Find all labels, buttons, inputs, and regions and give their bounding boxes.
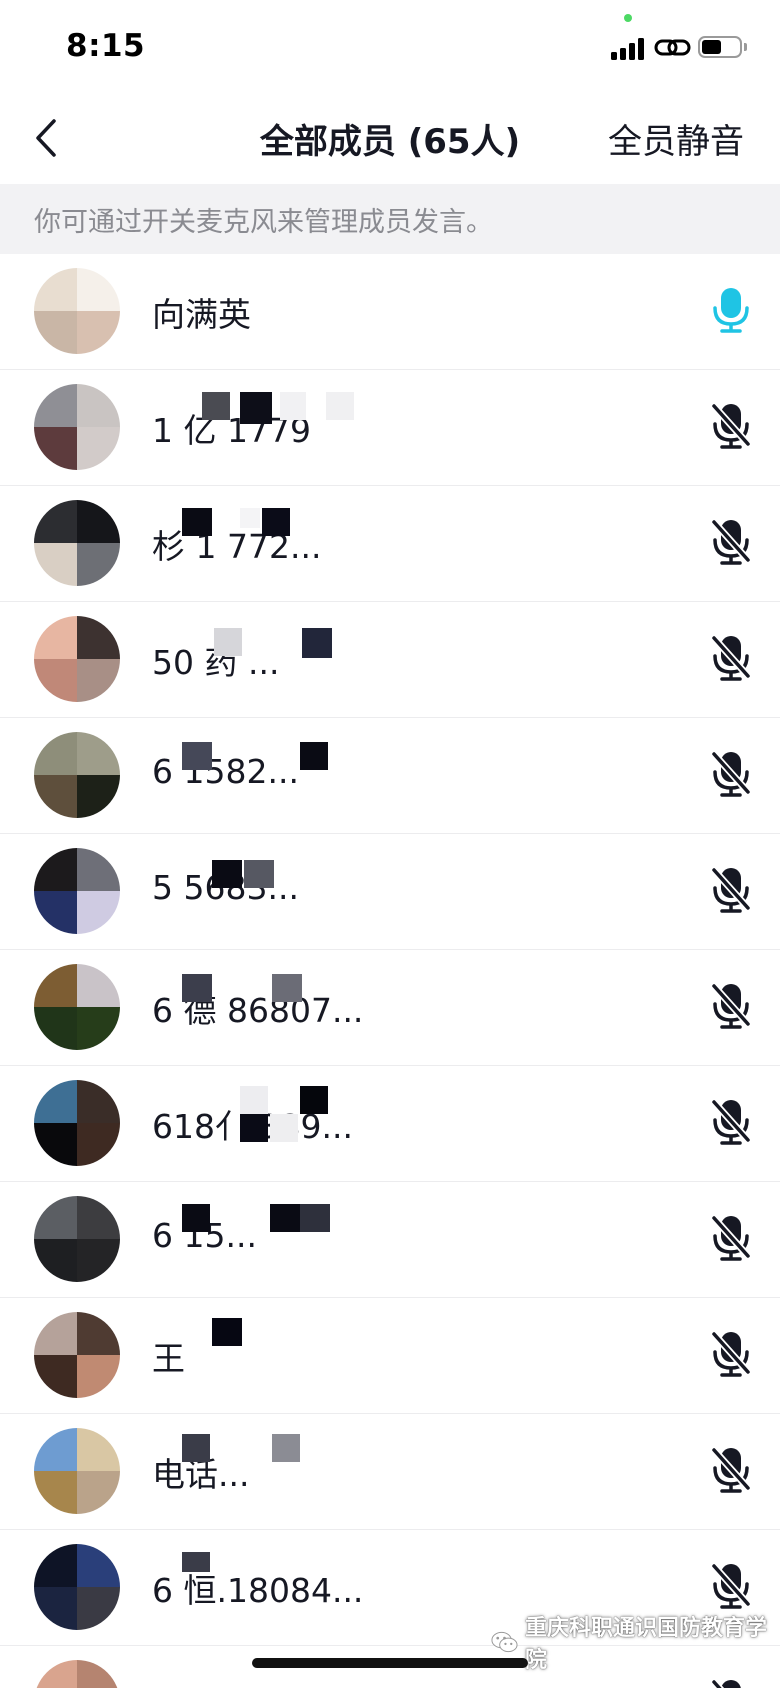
mic-muted-button[interactable]: [703, 862, 759, 918]
member-name: 王: [152, 1339, 185, 1378]
home-indicator: [252, 1658, 528, 1668]
mic-muted-button[interactable]: [703, 630, 759, 686]
member-row[interactable]: 杉 1 772...: [0, 486, 780, 602]
privacy-mosaic: [212, 1318, 242, 1346]
member-avatar[interactable]: [34, 1428, 120, 1514]
mic-muted-button[interactable]: [703, 978, 759, 1034]
mic-muted-button[interactable]: [703, 514, 759, 570]
member-avatar[interactable]: [34, 384, 120, 470]
privacy-mosaic: [240, 508, 260, 528]
status-bar: 8:15: [0, 0, 780, 92]
privacy-mosaic: [240, 1114, 268, 1142]
member-avatar[interactable]: [34, 268, 120, 354]
privacy-mosaic: [240, 392, 272, 424]
member-row[interactable]: 向满英: [0, 254, 780, 370]
privacy-mosaic: [244, 860, 274, 888]
microphone-muted-icon: [711, 634, 751, 681]
privacy-mosaic: [182, 1434, 210, 1462]
status-time: 8:15: [66, 28, 146, 64]
privacy-mosaic: [262, 508, 290, 536]
member-avatar[interactable]: [34, 848, 120, 934]
member-row[interactable]: 6 1582...: [0, 718, 780, 834]
member-name: 向满英: [152, 295, 251, 334]
privacy-mosaic: [300, 1086, 328, 1114]
member-avatar[interactable]: [34, 1196, 120, 1282]
privacy-mosaic: [300, 1204, 330, 1232]
tip-text: 你可通过开关麦克风来管理成员发言。: [34, 207, 493, 238]
member-avatar[interactable]: [34, 964, 120, 1050]
member-row[interactable]: 王: [0, 1298, 780, 1414]
mic-muted-button[interactable]: [703, 1210, 759, 1266]
mic-muted-button[interactable]: [703, 1094, 759, 1150]
privacy-indicator-dot: [624, 14, 632, 22]
microphone-muted-icon: [711, 1446, 751, 1493]
microphone-icon: [713, 288, 749, 333]
privacy-mosaic: [270, 1204, 300, 1232]
privacy-mosaic: [182, 742, 212, 770]
privacy-mosaic: [182, 508, 212, 536]
privacy-mosaic: [182, 1204, 210, 1232]
privacy-mosaic: [240, 1086, 268, 1114]
member-avatar[interactable]: [34, 500, 120, 586]
mute-all-button[interactable]: 全员静音: [608, 114, 744, 163]
microphone-muted-icon: [711, 750, 751, 797]
member-avatar[interactable]: [34, 1660, 120, 1688]
watermark: 重庆科职通识国防教育学院: [490, 1616, 780, 1673]
mic-muted-button[interactable]: [703, 398, 759, 454]
wechat-icon: [491, 1631, 518, 1653]
nav-bar: 全部成员 (65人) 全员静音: [0, 92, 780, 184]
microphone-muted-icon: [711, 866, 751, 913]
microphone-muted-icon: [711, 982, 751, 1029]
cellular-signal-icon: [611, 36, 647, 60]
mic-muted-button[interactable]: [703, 1326, 759, 1382]
privacy-mosaic: [302, 628, 332, 658]
microphone-muted-icon: [711, 402, 751, 449]
microphone-muted-icon: [711, 1098, 751, 1145]
mic-on-button[interactable]: [703, 282, 759, 338]
microphone-muted-icon: [711, 1214, 751, 1261]
privacy-mosaic: [212, 860, 242, 888]
member-avatar[interactable]: [34, 1312, 120, 1398]
microphone-muted-icon: [711, 1678, 741, 1688]
privacy-mosaic: [272, 974, 302, 1002]
privacy-mosaic: [326, 392, 354, 420]
member-row[interactable]: 1 亿 1779: [0, 370, 780, 486]
personal-hotspot-icon: [654, 39, 691, 56]
watermark-text: 重庆科职通识国防教育学院: [524, 1616, 767, 1673]
tip-banner: 你可通过开关麦克风来管理成员发言。: [0, 184, 780, 254]
member-avatar[interactable]: [34, 1080, 120, 1166]
member-avatar[interactable]: [34, 1544, 120, 1630]
member-row[interactable]: 电话...: [0, 1414, 780, 1530]
privacy-mosaic: [270, 1114, 298, 1142]
member-row[interactable]: 6 15...: [0, 1182, 780, 1298]
member-list: 向满英 1 亿 1779 杉 1 772... 50 药 ... 6 1582... 5 …: [0, 254, 780, 1688]
mic-muted-button[interactable]: [703, 1674, 759, 1688]
privacy-mosaic: [202, 392, 230, 420]
privacy-mosaic: [300, 742, 328, 770]
screen: 8:15 全部成员 (65人) 全员静音 你可通过开关麦克风来管理成员发言。 向…: [0, 0, 780, 1688]
member-avatar[interactable]: [34, 732, 120, 818]
privacy-mosaic: [272, 1434, 300, 1462]
mic-muted-button[interactable]: [703, 1558, 759, 1614]
privacy-mosaic: [280, 392, 306, 420]
microphone-muted-icon: [711, 1562, 751, 1609]
member-avatar[interactable]: [34, 616, 120, 702]
member-name: 6 1582...: [152, 752, 299, 791]
microphone-muted-icon: [711, 1330, 751, 1377]
privacy-mosaic: [182, 974, 212, 1002]
battery-icon: [698, 36, 750, 60]
privacy-mosaic: [182, 1552, 210, 1572]
member-row[interactable]: 50 药 ...: [0, 602, 780, 718]
privacy-mosaic: [214, 628, 242, 656]
member-row[interactable]: 618亻 389...: [0, 1066, 780, 1182]
member-name: 杉 1 772...: [152, 527, 322, 566]
mic-muted-button[interactable]: [703, 746, 759, 802]
microphone-muted-icon: [711, 518, 751, 565]
member-row[interactable]: 5 5683...: [0, 834, 780, 950]
mic-muted-button[interactable]: [703, 1442, 759, 1498]
member-row[interactable]: 6 德 86807...: [0, 950, 780, 1066]
